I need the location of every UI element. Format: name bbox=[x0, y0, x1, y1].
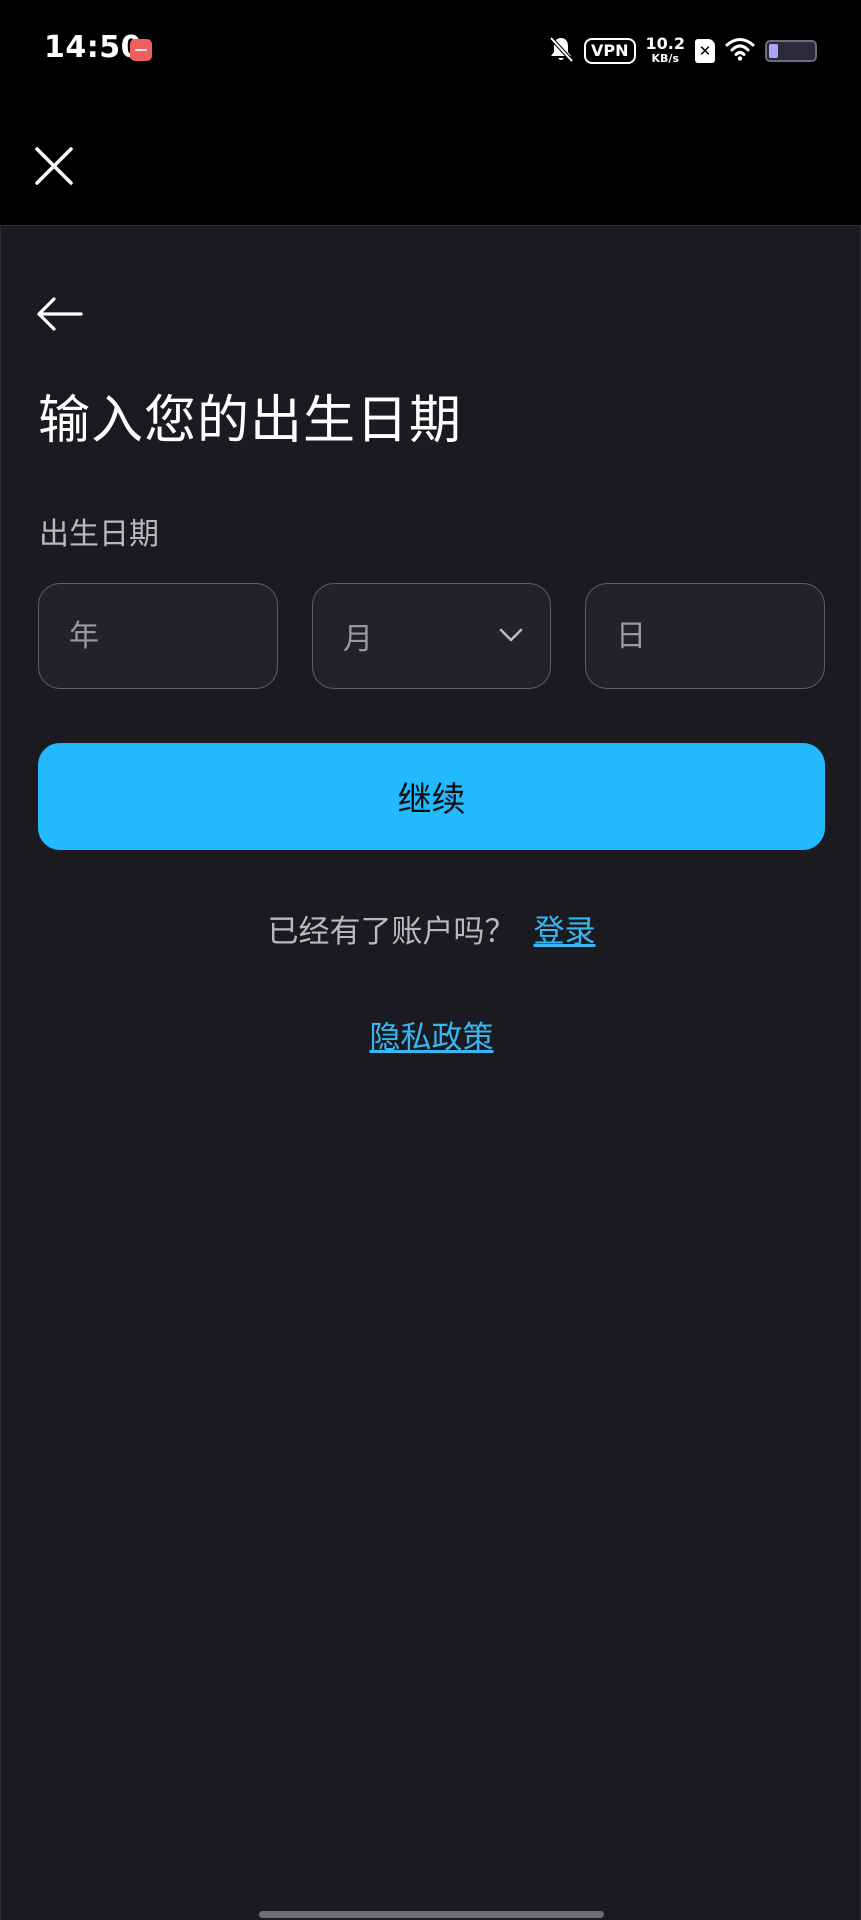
top-bar bbox=[0, 100, 861, 225]
network-speed-unit: KB/s bbox=[651, 52, 679, 65]
bell-off-icon bbox=[548, 35, 574, 67]
day-input[interactable] bbox=[586, 584, 824, 688]
back-button[interactable] bbox=[35, 294, 85, 334]
chevron-down-icon bbox=[499, 628, 523, 642]
page-title: 输入您的出生日期 bbox=[38, 391, 463, 451]
close-icon bbox=[35, 147, 73, 185]
battery-icon bbox=[765, 40, 817, 62]
login-prompt: 已经有了账户吗？ 登录 bbox=[1, 906, 861, 951]
network-speed: 10.2 KB/s bbox=[646, 36, 685, 66]
year-field[interactable] bbox=[38, 583, 278, 689]
month-select-value: 月 bbox=[343, 622, 373, 657]
status-time: 14:50 bbox=[44, 30, 142, 65]
no-sim-icon: ✕ bbox=[695, 39, 715, 63]
continue-button[interactable]: 继续 bbox=[38, 743, 825, 850]
birthdate-label: 出生日期 bbox=[39, 517, 159, 552]
login-link[interactable]: 登录 bbox=[534, 914, 596, 950]
have-account-text: 已经有了账户吗？ bbox=[267, 914, 516, 950]
wifi-icon bbox=[725, 37, 755, 65]
status-icons: VPN 10.2 KB/s ✕ bbox=[548, 32, 817, 70]
arrow-left-icon bbox=[37, 297, 83, 331]
close-button[interactable] bbox=[28, 140, 80, 192]
year-input[interactable] bbox=[39, 584, 277, 688]
day-field[interactable] bbox=[585, 583, 825, 689]
birthday-form-panel: 输入您的出生日期 出生日期 月 继续 已经有了账户吗？ 登录 隐私政策 bbox=[0, 225, 861, 1920]
month-select[interactable]: 月 bbox=[312, 583, 551, 689]
home-indicator[interactable] bbox=[259, 1911, 604, 1918]
battery-level bbox=[769, 44, 778, 58]
vpn-badge: VPN bbox=[584, 38, 636, 64]
app-notification-icon bbox=[130, 39, 152, 61]
privacy-row: 隐私政策 bbox=[1, 1012, 861, 1057]
network-speed-value: 10.2 bbox=[645, 34, 685, 53]
status-bar: 14:50 VPN 10.2 KB/s ✕ bbox=[0, 0, 861, 100]
privacy-policy-link[interactable]: 隐私政策 bbox=[370, 1020, 494, 1056]
